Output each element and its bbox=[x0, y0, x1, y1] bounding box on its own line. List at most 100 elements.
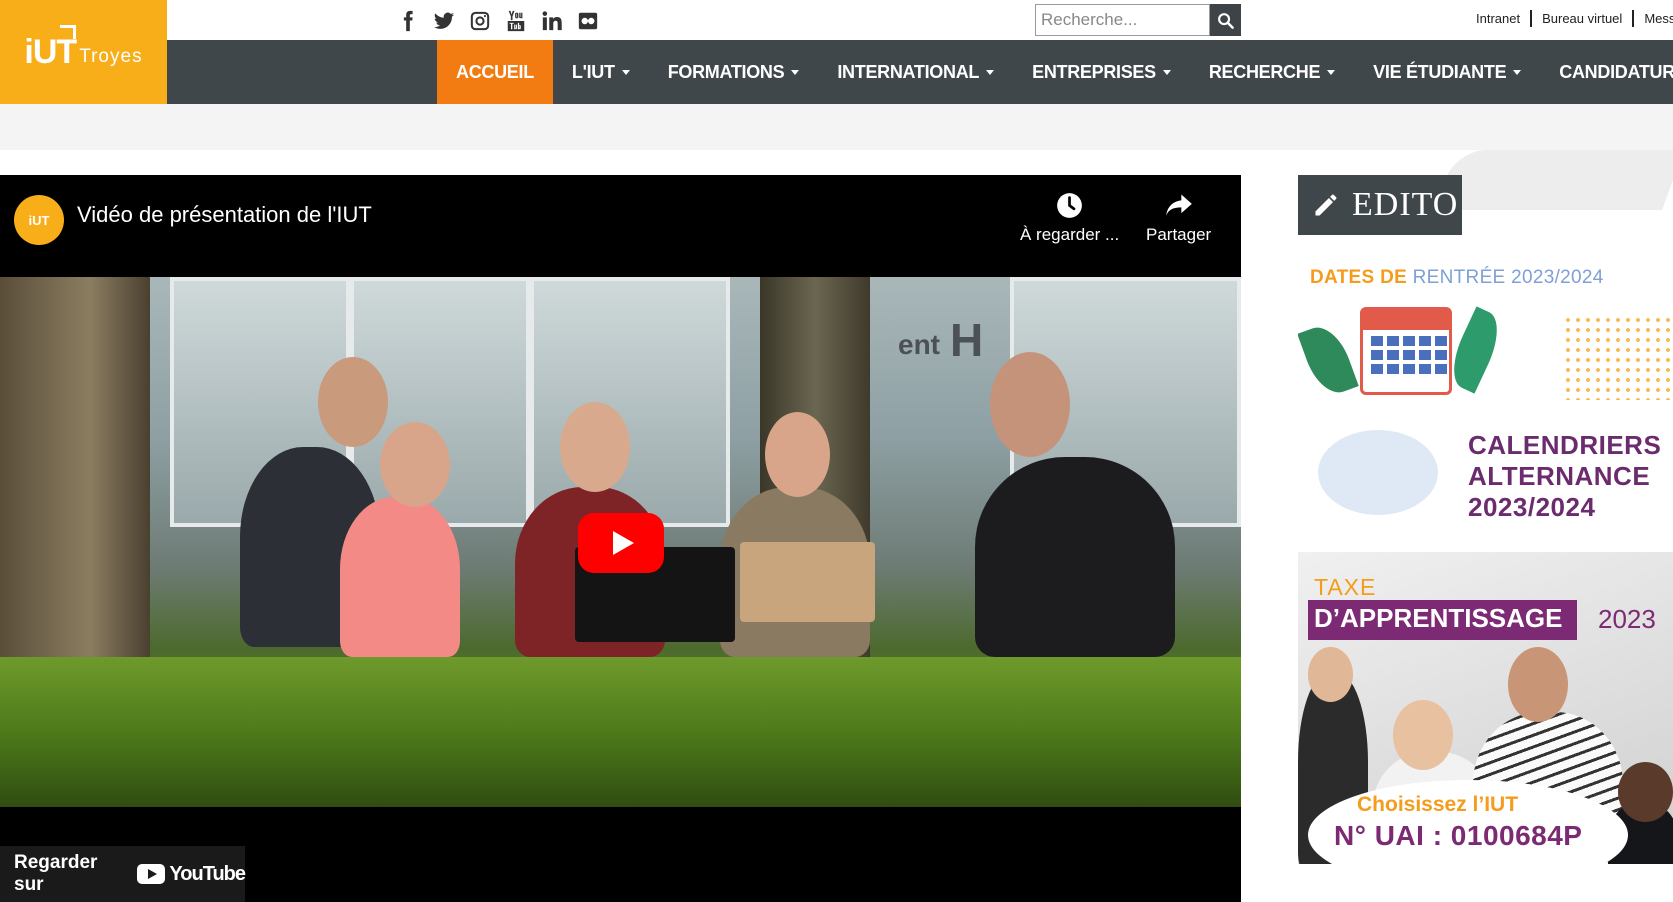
channel-avatar[interactable]: iUT bbox=[14, 195, 64, 245]
scene-window bbox=[530, 277, 730, 527]
instagram-icon[interactable] bbox=[468, 8, 492, 34]
taxe-year: 2023 bbox=[1598, 604, 1656, 634]
caret-down-icon bbox=[1327, 69, 1336, 75]
youtube-icon[interactable] bbox=[504, 8, 528, 34]
scene-person-head bbox=[990, 352, 1070, 457]
logo-iut-text: iUT bbox=[24, 33, 77, 71]
apprentissage-banner: D’APPRENTISSAGE bbox=[1308, 600, 1577, 640]
caret-down-icon bbox=[1162, 69, 1171, 75]
nav-item-label: ENTREPRISES bbox=[1032, 61, 1156, 82]
card-line: ALTERNANCE bbox=[1468, 461, 1651, 491]
card-taxe-apprentissage[interactable]: TAXE D’APPRENTISSAGE 2023 Choisissez l’I… bbox=[1298, 552, 1673, 864]
nav-item-label: CANDIDATUR bbox=[1559, 61, 1673, 82]
share-button[interactable]: Partager bbox=[1146, 191, 1211, 245]
people-illustration bbox=[1318, 430, 1438, 515]
video-title[interactable]: Vidéo de présentation de l'IUT bbox=[77, 202, 372, 228]
caret-down-icon bbox=[621, 69, 630, 75]
card-title-part: RENTRÉE 2023/2024 bbox=[1412, 267, 1604, 288]
card-title-part: DATES DE bbox=[1310, 267, 1413, 288]
share-label: Partager bbox=[1146, 225, 1212, 244]
youtube-logo: YouTube bbox=[137, 862, 246, 886]
linkedin-icon[interactable] bbox=[540, 8, 564, 34]
nav-item-label: VIE ÉTUDIANTE bbox=[1373, 61, 1507, 82]
photo-person-head bbox=[1393, 700, 1453, 770]
scene-sign-letter: H bbox=[950, 314, 984, 366]
flickr-icon[interactable] bbox=[576, 8, 600, 34]
taxe-label: TAXE bbox=[1314, 574, 1377, 600]
search-button[interactable] bbox=[1210, 4, 1241, 36]
scene-person bbox=[975, 457, 1175, 657]
caret-down-icon bbox=[791, 69, 800, 75]
leaf-illustration bbox=[1298, 320, 1359, 400]
decorative-shape bbox=[1434, 150, 1673, 210]
nav-item-accueil[interactable]: ACCUEIL bbox=[437, 40, 553, 104]
photo-person-head bbox=[1308, 647, 1353, 702]
nav-item-international[interactable]: INTERNATIONAL bbox=[818, 40, 1013, 104]
play-button[interactable] bbox=[578, 513, 664, 573]
choose-iut-text: Choisissez l’IUT bbox=[1357, 793, 1519, 816]
play-icon bbox=[613, 531, 634, 555]
site-logo[interactable]: iUT Troyes bbox=[0, 0, 167, 104]
youtube-video-embed[interactable]: iUT Vidéo de présentation de l'IUT À reg… bbox=[0, 175, 1241, 902]
card-dates-rentree[interactable]: DATES DE RENTRÉE 2023/2024 bbox=[1298, 255, 1673, 405]
logo-corner-mark bbox=[60, 25, 77, 39]
scene-laptop bbox=[740, 542, 875, 622]
nav-item-entreprises[interactable]: ENTREPRISES bbox=[1013, 40, 1190, 104]
card-line: 2023/2024 bbox=[1468, 492, 1596, 522]
top-link-intranet[interactable]: Intranet bbox=[1476, 11, 1520, 26]
scene-person-head bbox=[318, 357, 388, 447]
watch-later-button[interactable]: À regarder ... bbox=[1020, 191, 1119, 245]
main-nav: ACCUEIL L'IUT FORMATIONS INTERNATIONAL E… bbox=[437, 40, 1673, 104]
top-link-bureau-virtuel[interactable]: Bureau virtuel bbox=[1542, 11, 1622, 26]
card-line: CALENDRIERS bbox=[1468, 430, 1662, 460]
watch-on-youtube-button[interactable]: Regarder sur YouTube bbox=[0, 846, 246, 902]
scene-person-head bbox=[380, 422, 450, 507]
top-link-separator bbox=[1530, 10, 1533, 27]
nav-item-iut[interactable]: L'IUT bbox=[553, 40, 649, 104]
leaf-illustration bbox=[1442, 306, 1509, 394]
logo-mark: iUT Troyes bbox=[24, 25, 143, 71]
page: iUT Troyes Intranet Bu bbox=[0, 0, 1673, 902]
card-calendriers-text: CALENDRIERS ALTERNANCE 2023/2024 bbox=[1468, 430, 1661, 523]
nav-item-label: ACCUEIL bbox=[456, 61, 534, 82]
edito-title: EDITO bbox=[1352, 186, 1459, 223]
card-dates-rentree-title: DATES DE RENTRÉE 2023/2024 bbox=[1310, 267, 1604, 289]
top-links: Intranet Bureau virtuel Mess bbox=[1476, 10, 1673, 27]
uai-number: N° UAI : 0100684P bbox=[1334, 820, 1583, 851]
top-link-separator bbox=[1632, 10, 1635, 27]
nav-item-recherche[interactable]: RECHERCHE bbox=[1190, 40, 1354, 104]
watch-on-label: Regarder sur bbox=[14, 852, 98, 895]
nav-item-label: RECHERCHE bbox=[1208, 61, 1321, 82]
scene-grass bbox=[0, 657, 1241, 807]
pencil-icon bbox=[1315, 194, 1337, 216]
scene-person-head bbox=[560, 402, 630, 492]
top-link-messagerie[interactable]: Mess bbox=[1644, 11, 1673, 26]
caret-down-icon bbox=[1513, 69, 1522, 75]
twitter-icon[interactable] bbox=[432, 8, 456, 34]
logo-troyes-text: Troyes bbox=[79, 46, 143, 67]
clock-icon bbox=[1056, 191, 1084, 219]
nav-item-formations[interactable]: FORMATIONS bbox=[649, 40, 819, 104]
watch-later-label: À regarder ... bbox=[1020, 225, 1120, 244]
scene-person-head bbox=[765, 412, 830, 497]
share-arrow-icon bbox=[1165, 191, 1193, 219]
youtube-logo-text: YouTube bbox=[169, 862, 246, 885]
youtube-play-icon bbox=[137, 864, 166, 884]
breadcrumb-strip bbox=[0, 104, 1673, 150]
dot-pattern bbox=[1563, 315, 1673, 400]
scene-sign-text: ent bbox=[898, 329, 940, 360]
video-header: iUT Vidéo de présentation de l'IUT À reg… bbox=[0, 175, 1241, 277]
card-calendriers-alternance[interactable]: CALENDRIERS ALTERNANCE 2023/2024 bbox=[1298, 420, 1673, 530]
edito-heading[interactable]: EDITO bbox=[1298, 175, 1462, 235]
search-input[interactable] bbox=[1035, 4, 1210, 36]
nav-item-vie-etudiante[interactable]: VIE ÉTUDIANTE bbox=[1354, 40, 1540, 104]
facebook-icon[interactable] bbox=[396, 8, 420, 34]
nav-item-candidature[interactable]: CANDIDATUR bbox=[1540, 40, 1673, 104]
photo-person-head bbox=[1618, 762, 1673, 822]
nav-item-label: L'IUT bbox=[571, 61, 615, 82]
social-links bbox=[396, 8, 600, 34]
photo-person-head bbox=[1508, 647, 1568, 722]
search-icon bbox=[1218, 12, 1234, 29]
caret-down-icon bbox=[986, 69, 995, 75]
nav-item-label: INTERNATIONAL bbox=[837, 61, 980, 82]
